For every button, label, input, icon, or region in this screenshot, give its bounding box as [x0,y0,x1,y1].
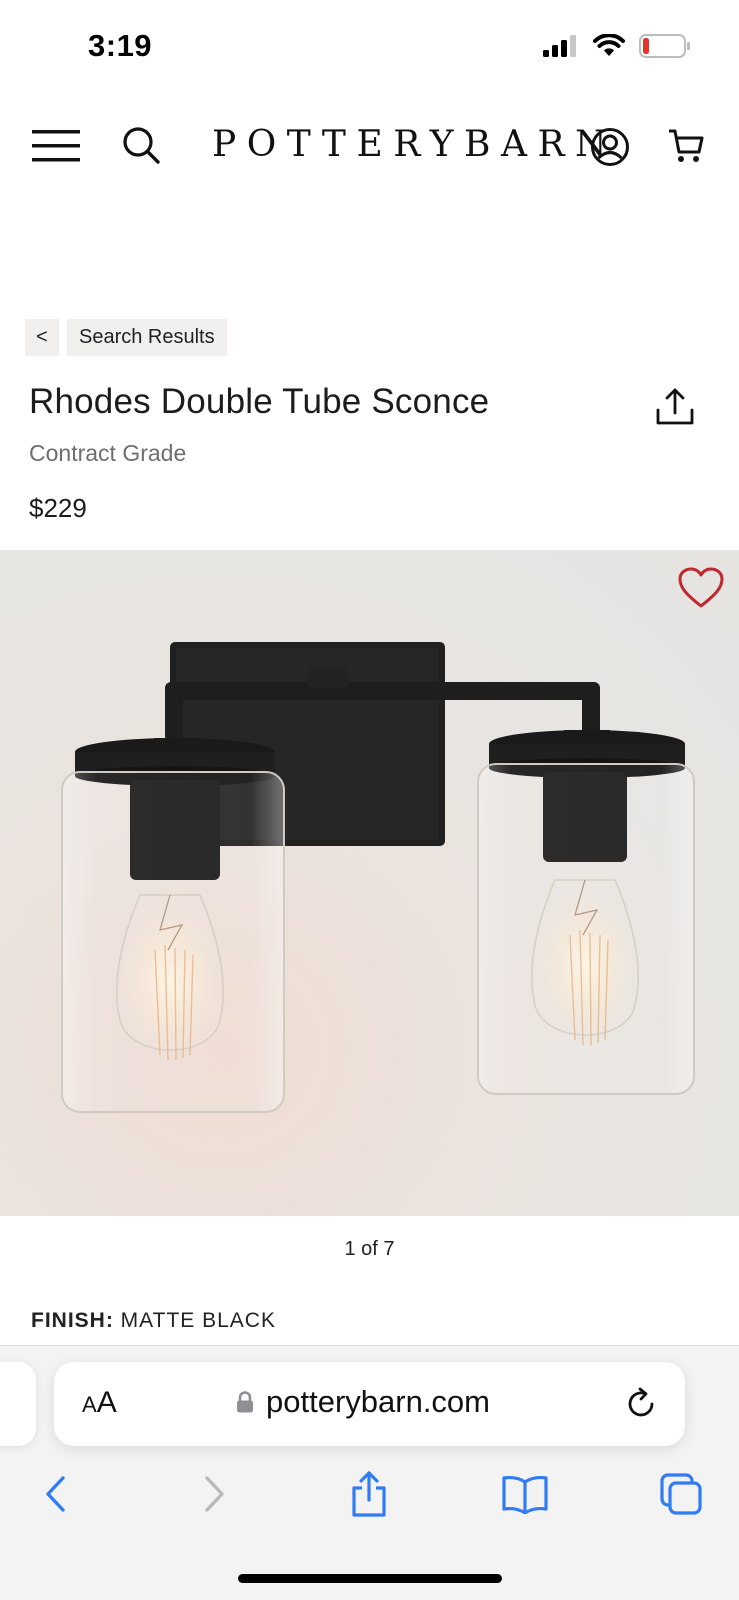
account-icon [591,128,629,166]
finish-value: MATTE BLACK [120,1309,276,1332]
product-image[interactable] [0,550,739,1216]
menu-button[interactable] [30,124,82,168]
text-size-button[interactable]: AA [82,1386,117,1420]
forward-icon [205,1476,224,1512]
wishlist-button[interactable] [677,566,725,610]
status-icons [543,34,691,58]
bookmarks-icon [502,1476,548,1514]
home-indicator [238,1574,502,1583]
status-time: 3:19 [88,28,153,63]
cellular-signal-icon [543,35,576,57]
browser-chrome: AA potterybarn.com [0,1346,739,1600]
previous-tab-peek[interactable] [0,1362,36,1446]
browser-forward-button[interactable] [186,1466,242,1522]
search-icon [123,127,160,164]
reload-icon [628,1387,654,1417]
reload-button[interactable] [621,1384,661,1424]
breadcrumb-search-results-link[interactable]: Search Results [67,319,227,356]
product-subtitle: Contract Grade [29,440,187,466]
site-header: POTTERYBARN [0,110,739,190]
text-size-small-a: A [82,1392,97,1417]
heart-icon [678,567,724,608]
share-icon [656,388,694,425]
browser-bookmarks-button[interactable] [497,1466,553,1522]
logo-letter: P [212,124,247,165]
menu-icon [32,130,80,162]
product-price: $229 [29,493,87,523]
tabs-icon [660,1473,702,1515]
logo-word-part: OTTERY [246,124,464,165]
browser-tabs-button[interactable] [653,1466,709,1522]
url-display[interactable]: potterybarn.com [236,1384,490,1420]
cart-button[interactable] [664,124,708,168]
product-title: Rhodes Double Tube Sconce [29,382,490,421]
lock-icon [237,1391,253,1413]
search-button[interactable] [118,122,164,168]
address-bar[interactable]: AA potterybarn.com [54,1362,685,1446]
share-icon [352,1471,386,1517]
url-text: potterybarn.com [266,1384,490,1419]
browser-back-button[interactable] [28,1466,84,1522]
product-share-button[interactable] [654,386,696,428]
account-button[interactable] [588,125,632,169]
breadcrumb: < Search Results [25,319,227,356]
battery-icon [639,34,690,58]
back-icon [46,1476,65,1512]
sconce-photo [61,642,695,1113]
browser-share-button[interactable] [341,1466,397,1522]
image-counter: 1 of 7 [344,1238,395,1260]
browser-toolbar [0,1466,739,1526]
status-bar: 3:19 [0,0,739,100]
logo-letter: B [463,124,501,165]
breadcrumb-back-button[interactable]: < [25,319,59,356]
cart-icon [669,129,704,162]
finish-selector[interactable]: FINISH: MATTE BLACK [31,1309,276,1333]
finish-label: FINISH: [31,1309,114,1332]
pottery-barn-logo[interactable]: POTTERYBARN [212,124,617,165]
text-size-large-a: A [96,1386,117,1419]
wifi-icon [593,34,625,56]
